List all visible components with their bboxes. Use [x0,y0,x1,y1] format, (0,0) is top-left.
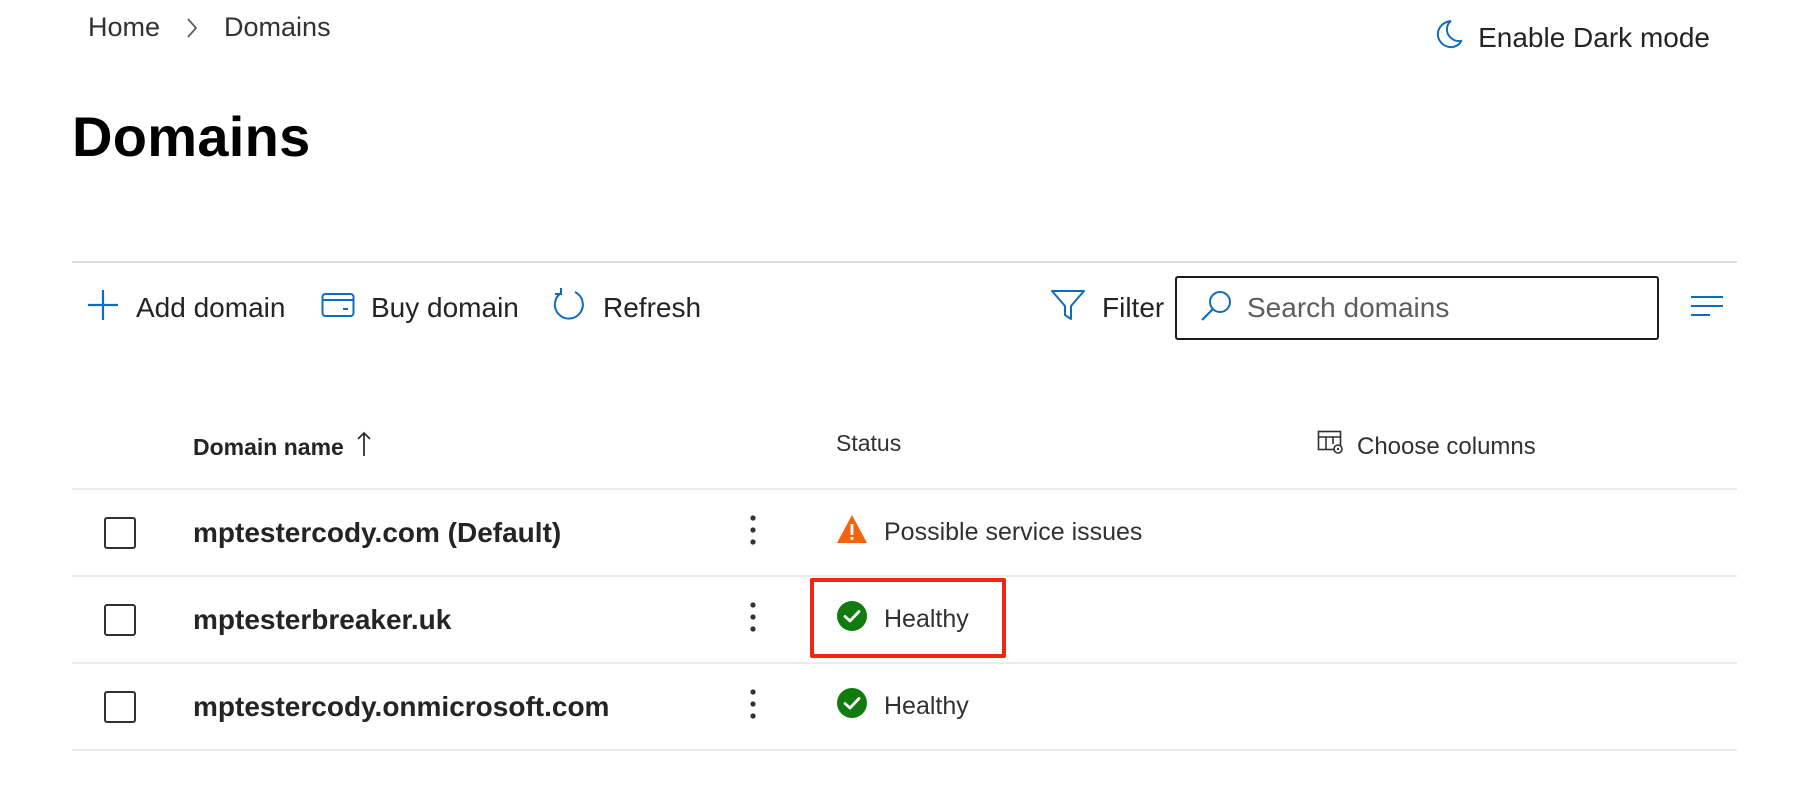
dark-mode-label: Enable Dark mode [1478,21,1710,53]
checkmark-circle-icon [836,600,884,639]
add-domain-button[interactable]: Add domain [86,276,285,340]
more-actions-button[interactable] [742,686,764,726]
chevron-right-icon [182,17,202,38]
choose-columns-label: Choose columns [1357,432,1536,460]
breadcrumb-current: Domains [224,12,331,42]
search-box [1175,276,1659,340]
status-cell: Possible service issues [836,490,1142,575]
column-status-label: Status [836,430,902,456]
refresh-button[interactable]: Refresh [551,276,701,340]
status-cell: Healthy [836,577,969,662]
breadcrumb: Home Domains [88,12,331,43]
search-icon [1199,289,1247,328]
checkmark-circle-icon [836,687,884,726]
search-input[interactable] [1247,292,1627,324]
table-row[interactable]: mptesterbreaker.uk Healthy [72,577,1737,664]
column-header-domain-name[interactable]: Domain name [193,430,372,464]
status-text: Possible service issues [884,518,1143,546]
divider [72,261,1737,263]
column-domain-label: Domain name [193,433,344,460]
row-checkbox[interactable] [104,517,136,549]
status-cell: Healthy [836,664,969,749]
more-vertical-icon [750,514,756,551]
more-actions-button[interactable] [742,512,764,552]
column-header-status[interactable]: Status [836,430,901,457]
choose-columns-icon [1317,430,1357,463]
add-domain-label: Add domain [136,292,286,323]
domain-name[interactable]: mptesterbreaker.uk [193,577,451,662]
credit-card-icon [321,292,371,325]
domain-name[interactable]: mptestercody.onmicrosoft.com [193,664,609,749]
filter-button[interactable]: Filter [1050,276,1164,340]
domain-name[interactable]: mptestercody.com (Default) [193,490,561,575]
sort-up-arrow-icon [344,430,372,464]
refresh-icon [551,287,603,330]
plus-icon [86,288,136,329]
status-text: Healthy [884,605,969,633]
more-vertical-icon [750,601,756,638]
table-row[interactable]: mptestercody.com (Default) Possible serv… [72,490,1737,577]
refresh-label: Refresh [603,292,702,323]
list-view-icon [1690,295,1724,322]
choose-columns-button[interactable]: Choose columns [1317,430,1536,463]
more-vertical-icon [750,688,756,725]
filter-label: Filter [1102,292,1165,323]
warning-icon [836,514,884,551]
status-text: Healthy [884,692,969,720]
buy-domain-label: Buy domain [371,292,519,323]
filter-icon [1050,288,1102,329]
breadcrumb-home[interactable]: Home [88,12,160,43]
more-actions-button[interactable] [742,599,764,639]
moon-icon [1434,18,1478,57]
row-checkbox[interactable] [104,604,136,636]
enable-dark-mode-button[interactable]: Enable Dark mode [1434,18,1710,57]
row-checkbox[interactable] [104,691,136,723]
view-options-button[interactable] [1677,276,1737,340]
page-title: Domains [72,105,311,168]
table-row[interactable]: mptestercody.onmicrosoft.com Healthy [72,664,1737,751]
command-bar: Add domain Buy domain Refresh Filter [72,276,1737,340]
buy-domain-button[interactable]: Buy domain [321,276,519,340]
